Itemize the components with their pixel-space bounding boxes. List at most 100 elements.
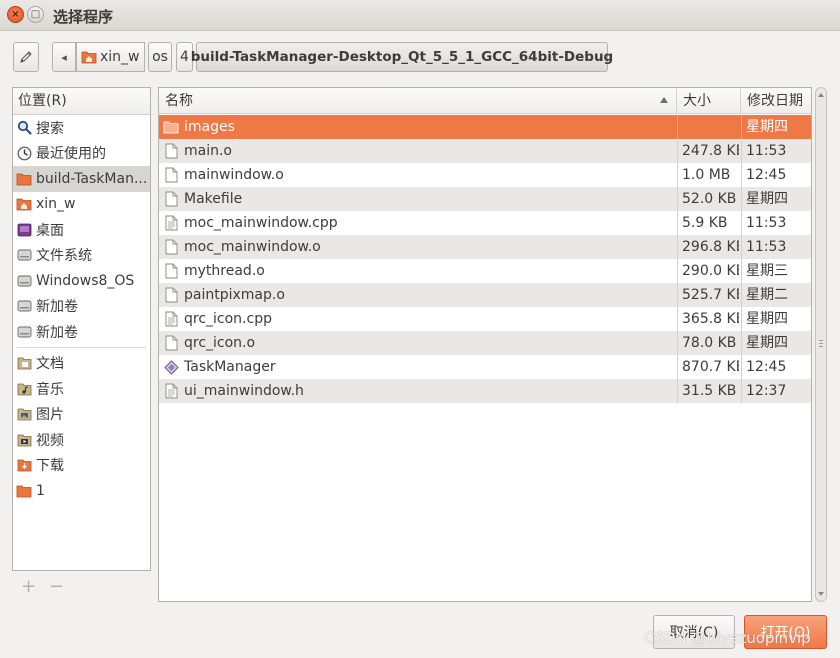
folder-icon (163, 119, 179, 135)
place-item-downloads[interactable]: 下载 (13, 453, 150, 479)
window-minimize-button[interactable]: □ (27, 6, 44, 23)
path-segment-home[interactable]: xin_w (76, 42, 145, 72)
documents-icon (16, 355, 32, 371)
sort-ascending-icon (660, 97, 668, 103)
file-modified: 星期四 (741, 187, 811, 211)
place-item-label: 下载 (36, 458, 64, 475)
place-item-label: 最近使用的 (36, 146, 106, 163)
file-size: 296.8 KB (677, 235, 739, 259)
music-icon (16, 381, 32, 397)
place-item-label: 图片 (36, 407, 64, 424)
folder-icon (16, 171, 32, 187)
place-item-label: 1 (36, 482, 45, 499)
pencil-icon (20, 51, 32, 63)
path-segment-current-label: build-TaskManager-Desktop_Qt_5_5_1_GCC_6… (190, 49, 614, 65)
file-name: qrc_icon.o (184, 335, 256, 351)
file-name: qrc_icon.cpp (184, 311, 272, 327)
file-modified: 11:53 (741, 235, 811, 259)
place-item-volume-1[interactable]: 新加卷 (13, 294, 150, 320)
place-item-home[interactable]: xin_w (13, 192, 150, 218)
add-bookmark-button[interactable]: + (21, 576, 36, 597)
type-location-button[interactable] (13, 42, 39, 72)
column-header-name[interactable]: 名称 (159, 88, 677, 114)
file-size (677, 115, 739, 139)
place-item-volume-2[interactable]: 新加卷 (13, 319, 150, 345)
places-divider (17, 346, 146, 348)
file-row[interactable]: mainwindow.o 1.0 MB 12:45 (159, 163, 811, 187)
place-item-build-folder[interactable]: build-TaskMan... (13, 166, 150, 192)
path-segment-current[interactable]: build-TaskManager-Desktop_Qt_5_5_1_GCC_6… (191, 42, 613, 72)
file-name: mainwindow.o (184, 167, 284, 183)
file-modified: 12:45 (741, 355, 811, 379)
place-item-filesystem[interactable]: 文件系统 (13, 243, 150, 269)
place-item-label: 桌面 (36, 222, 64, 239)
file-row[interactable]: qrc_icon.o 78.0 KB 星期四 (159, 331, 811, 355)
file-name: moc_mainwindow.o (184, 239, 321, 255)
place-item-desktop[interactable]: 桌面 (13, 217, 150, 243)
path-scroll-left-button[interactable]: ◂ (52, 42, 76, 72)
file-list: 名称 大小 修改日期 images 星期四 main.o 247.8 KB 11… (158, 87, 812, 602)
file-size: 365.8 KB (677, 307, 739, 331)
file-modified: 12:45 (741, 163, 811, 187)
places-header: 位置(R) (13, 88, 150, 115)
place-item-label: build-TaskMan... (36, 170, 148, 187)
file-list-scrollbar[interactable] (815, 87, 827, 602)
file-size: 290.0 KB (677, 259, 739, 283)
minimize-icon: □ (30, 8, 41, 20)
place-item-search[interactable]: 搜索 (13, 115, 150, 141)
place-item-label: 文件系统 (36, 248, 92, 265)
scrollbar-grip (819, 340, 823, 341)
search-icon (16, 120, 32, 136)
executable-icon (163, 359, 179, 375)
place-item-videos[interactable]: 视频 (13, 427, 150, 453)
place-item-pictures[interactable]: 图片 (13, 402, 150, 428)
place-item-label: 文档 (36, 356, 64, 373)
place-item-label: 新加卷 (36, 324, 78, 341)
file-icon (163, 239, 179, 255)
file-modified: 星期四 (741, 115, 811, 139)
place-item-windows8-os[interactable]: Windows8_OS (13, 268, 150, 294)
file-icon (163, 143, 179, 159)
file-row[interactable]: mythread.o 290.0 KB 星期三 (159, 259, 811, 283)
place-item-music[interactable]: 音乐 (13, 376, 150, 402)
file-icon (163, 287, 179, 303)
downloads-icon (16, 457, 32, 473)
drive-icon (16, 273, 32, 289)
file-row[interactable]: moc_mainwindow.o 296.8 KB 11:53 (159, 235, 811, 259)
file-modified: 星期四 (741, 307, 811, 331)
pictures-icon (16, 406, 32, 422)
window-title: 选择程序 (53, 8, 114, 26)
watermark: CSDN @biyezuopinvip (644, 629, 811, 647)
drive-icon (16, 247, 32, 263)
place-item-documents[interactable]: 文档 (13, 351, 150, 377)
place-item-label: 视频 (36, 432, 64, 449)
file-modified: 11:53 (741, 139, 811, 163)
file-row[interactable]: paintpixmap.o 525.7 KB 星期二 (159, 283, 811, 307)
place-item-folder-1[interactable]: 1 (13, 478, 150, 504)
file-row[interactable]: Makefile 52.0 KB 星期四 (159, 187, 811, 211)
column-header-modified[interactable]: 修改日期 (741, 88, 811, 114)
file-name: Makefile (184, 191, 243, 207)
file-name: ui_mainwindow.h (184, 383, 304, 399)
place-item-recent[interactable]: 最近使用的 (13, 141, 150, 167)
file-row[interactable]: moc_mainwindow.cpp 5.9 KB 11:53 (159, 211, 811, 235)
path-segment-os[interactable]: os (148, 42, 172, 72)
window-close-button[interactable]: × (7, 6, 24, 23)
file-row[interactable]: ui_mainwindow.h 31.5 KB 12:37 (159, 379, 811, 403)
chevron-left-icon: ◂ (61, 50, 67, 64)
file-size: 247.8 KB (677, 139, 739, 163)
column-header-size[interactable]: 大小 (677, 88, 741, 114)
file-modified: 12:37 (741, 379, 811, 403)
file-row[interactable]: qrc_icon.cpp 365.8 KB 星期四 (159, 307, 811, 331)
file-row[interactable]: main.o 247.8 KB 11:53 (159, 139, 811, 163)
place-item-label: Windows8_OS (36, 272, 135, 289)
videos-icon (16, 432, 32, 448)
remove-bookmark-button[interactable]: − (49, 576, 64, 597)
path-segment-4-label: 4 (180, 49, 189, 65)
file-size: 5.9 KB (677, 211, 739, 235)
file-row[interactable]: TaskManager 870.7 KB 12:45 (159, 355, 811, 379)
file-size: 52.0 KB (677, 187, 739, 211)
file-size: 525.7 KB (677, 283, 739, 307)
file-row[interactable]: images 星期四 (159, 115, 811, 139)
folder-icon (16, 483, 32, 499)
